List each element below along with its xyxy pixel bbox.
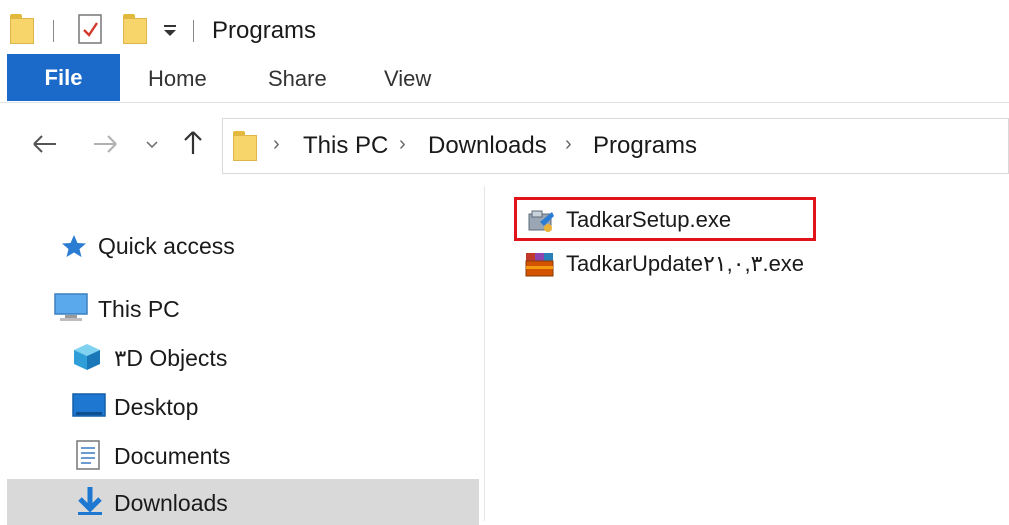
back-button[interactable] bbox=[32, 134, 58, 154]
recent-locations-button[interactable] bbox=[145, 140, 159, 150]
customize-toolbar-icon[interactable] bbox=[163, 24, 177, 38]
forward-button[interactable] bbox=[92, 134, 118, 154]
toolbar-separator bbox=[193, 20, 194, 42]
sidebar-item-quick-access[interactable]: Quick access bbox=[0, 222, 484, 268]
breadcrumb-programs[interactable]: Programs bbox=[593, 132, 697, 160]
breadcrumb-downloads[interactable]: Downloads bbox=[428, 132, 547, 160]
sidebar-item-label: This PC bbox=[98, 296, 180, 322]
sidebar-item-this-pc[interactable]: This PC bbox=[0, 285, 484, 331]
sidebar-item-label: ۳D Objects bbox=[114, 345, 228, 371]
new-folder-icon[interactable] bbox=[123, 14, 147, 44]
file-name: TadkarUpdate۲۱,۰,۳.exe bbox=[566, 251, 805, 276]
navigation-pane: Quick access This PC ۳D Objects Desktop bbox=[0, 186, 484, 525]
sidebar-item-desktop[interactable]: Desktop bbox=[0, 383, 484, 429]
highlight-box bbox=[514, 197, 816, 241]
sidebar-item-3d-objects[interactable]: ۳D Objects bbox=[0, 334, 484, 380]
tab-view[interactable]: View bbox=[384, 66, 431, 92]
sidebar-item-documents[interactable]: Documents bbox=[0, 432, 484, 478]
folder-icon bbox=[233, 131, 257, 161]
title-bar: Programs bbox=[0, 0, 1009, 54]
chevron-right-icon[interactable]: › bbox=[273, 133, 280, 156]
up-button[interactable] bbox=[182, 130, 204, 156]
file-item-tadkarupdate[interactable]: TadkarUpdate۲۱,۰,۳.exe bbox=[522, 246, 922, 282]
chevron-right-icon[interactable]: › bbox=[399, 133, 406, 156]
cube-icon bbox=[74, 344, 100, 370]
tab-file[interactable]: File bbox=[7, 54, 120, 101]
chevron-right-icon[interactable]: › bbox=[565, 133, 572, 156]
properties-icon[interactable] bbox=[78, 14, 102, 44]
computer-icon bbox=[54, 293, 88, 321]
toolbar-separator bbox=[53, 20, 54, 42]
breadcrumb-this-pc[interactable]: This PC bbox=[303, 132, 388, 160]
desktop-icon bbox=[72, 393, 106, 417]
sidebar-item-label: Downloads bbox=[114, 490, 228, 516]
sidebar-item-downloads[interactable]: Downloads bbox=[7, 479, 479, 525]
window-title: Programs bbox=[212, 17, 317, 44]
navigation-bar: › This PC › Downloads › Programs bbox=[0, 110, 1009, 176]
sidebar-item-label: Quick access bbox=[98, 233, 235, 259]
download-arrow-icon bbox=[78, 487, 102, 515]
folder-icon[interactable] bbox=[10, 14, 34, 44]
sidebar-item-label: Desktop bbox=[114, 394, 199, 420]
pane-divider[interactable] bbox=[484, 186, 485, 521]
ribbon: File Home Share View bbox=[0, 54, 1009, 103]
address-bar[interactable]: › This PC › Downloads › Programs bbox=[222, 118, 1009, 174]
tab-share[interactable]: Share bbox=[268, 66, 327, 92]
tab-home[interactable]: Home bbox=[148, 66, 207, 92]
archive-icon bbox=[525, 253, 554, 277]
star-icon bbox=[62, 235, 86, 257]
document-icon bbox=[76, 440, 100, 470]
sidebar-item-label: Documents bbox=[114, 443, 231, 469]
